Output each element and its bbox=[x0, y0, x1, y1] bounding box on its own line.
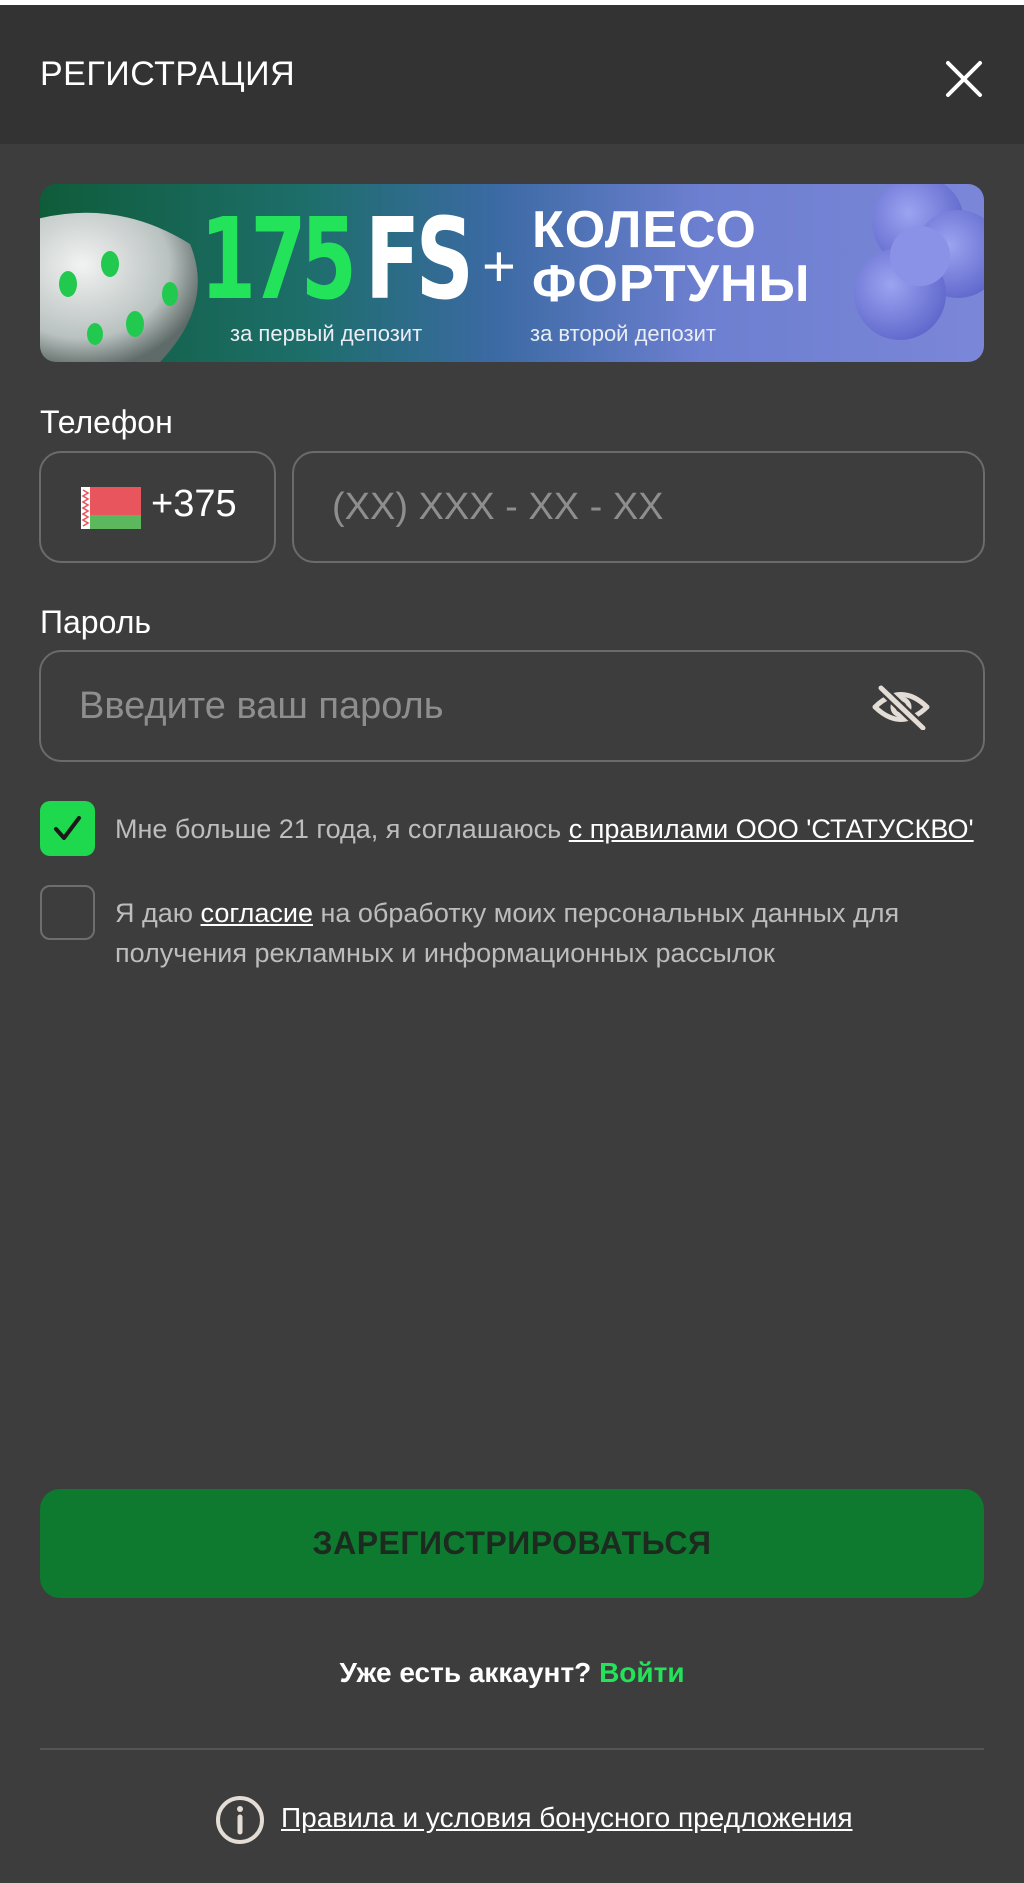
age-agreement-text: Мне больше 21 года, я соглашаюсь с прави… bbox=[115, 809, 974, 849]
phone-field[interactable] bbox=[292, 451, 985, 563]
country-code-select[interactable]: +375 bbox=[39, 451, 276, 563]
age-checkbox[interactable] bbox=[40, 801, 95, 856]
password-field[interactable] bbox=[39, 650, 985, 762]
country-code: +375 bbox=[151, 483, 237, 525]
phone-input[interactable] bbox=[332, 453, 952, 561]
marketing-text-line2: получения рекламных и информационных рас… bbox=[115, 938, 775, 968]
promo-banner[interactable]: 175 FS + КОЛЕСО ФОРТУНЫ за первый депози… bbox=[40, 184, 984, 362]
checkmark-icon bbox=[54, 816, 81, 840]
marketing-checkbox[interactable] bbox=[40, 885, 95, 940]
login-question: Уже есть аккаунт? bbox=[339, 1657, 600, 1688]
age-agreement-label: Мне больше 21 года, я соглашаюсь bbox=[115, 814, 569, 844]
phone-label: Телефон bbox=[40, 404, 173, 440]
banner-sub-second: за второй депозит bbox=[530, 321, 717, 346]
info-icon bbox=[216, 1796, 264, 1844]
belarus-flag-icon bbox=[81, 487, 141, 529]
dice-icon bbox=[40, 212, 198, 362]
banner-fs: FS bbox=[365, 195, 474, 325]
login-prompt: Уже есть аккаунт? Войти bbox=[0, 1657, 1024, 1689]
marketing-agreement-text: Я даю согласие на обработку моих персона… bbox=[115, 893, 899, 973]
login-link[interactable]: Войти bbox=[599, 1657, 684, 1688]
modal-header: РЕГИСТРАЦИЯ bbox=[0, 5, 1024, 144]
banner-wheel-line1: КОЛЕСО bbox=[532, 201, 757, 259]
eye-off-icon[interactable] bbox=[871, 684, 931, 730]
banner-plus: + bbox=[482, 234, 516, 299]
clover-token-icon bbox=[854, 184, 984, 340]
password-label: Пароль bbox=[40, 604, 152, 640]
banner-sub-first: за первый депозит bbox=[230, 321, 423, 346]
close-icon[interactable] bbox=[942, 57, 986, 101]
marketing-text-after: на обработку моих персональных данных дл… bbox=[312, 898, 900, 928]
consent-link[interactable]: согласие bbox=[201, 898, 313, 928]
password-input[interactable] bbox=[79, 652, 859, 760]
banner-wheel-line2: ФОРТУНЫ bbox=[532, 255, 811, 313]
rules-link[interactable]: с правилами ООО 'СТАТУСКВО' bbox=[569, 814, 974, 844]
marketing-text-before: Я даю bbox=[115, 898, 201, 928]
page-title: РЕГИСТРАЦИЯ bbox=[40, 55, 296, 93]
bonus-rules-link[interactable]: Правила и условия бонусного предложения bbox=[281, 1802, 853, 1834]
register-button[interactable]: ЗАРЕГИСТРИРОВАТЬСЯ bbox=[40, 1489, 984, 1598]
banner-number: 175 bbox=[200, 195, 357, 325]
divider bbox=[40, 1748, 984, 1750]
